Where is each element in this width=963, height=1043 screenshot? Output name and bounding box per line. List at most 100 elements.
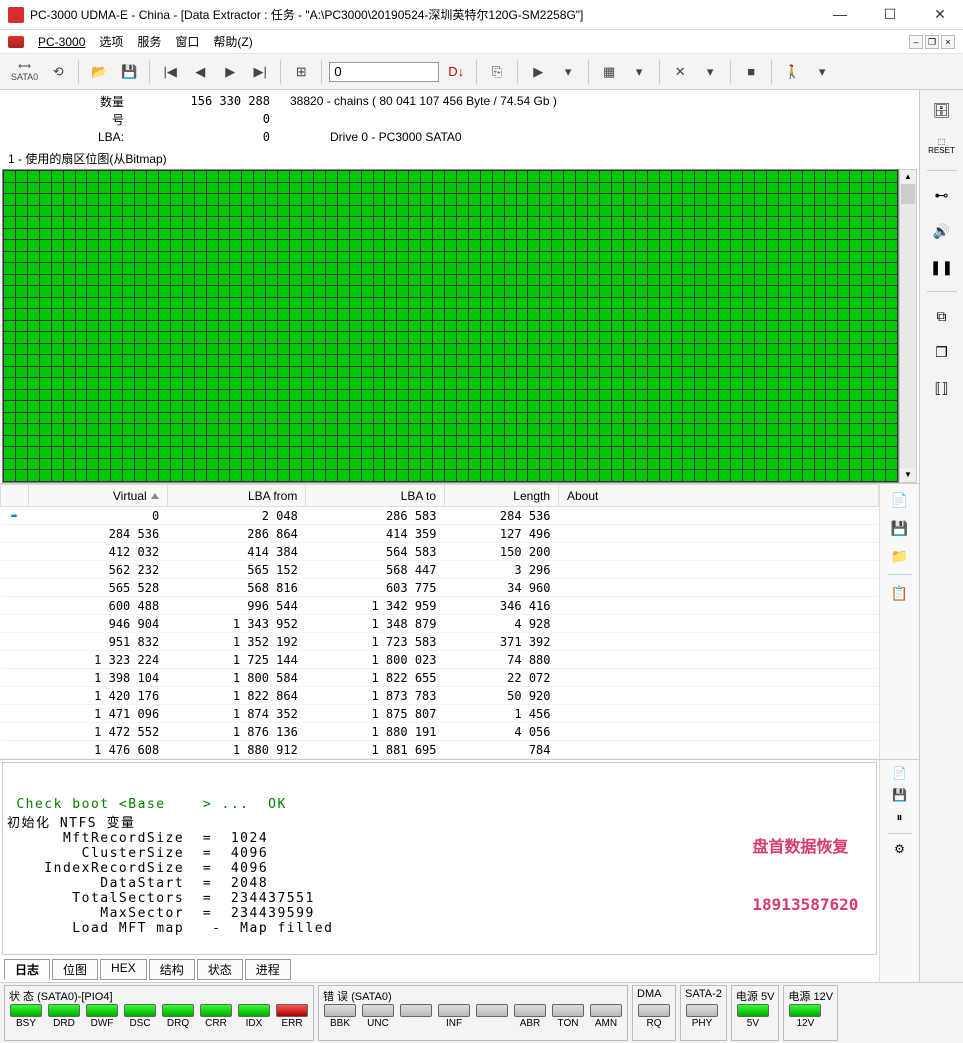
- last-button[interactable]: ▶|: [247, 58, 273, 86]
- play-button[interactable]: ▶: [525, 58, 551, 86]
- table-row[interactable]: 600 488996 5441 342 959346 416: [1, 597, 879, 615]
- sort-asc-icon: [151, 493, 159, 499]
- first-button[interactable]: |◀: [157, 58, 183, 86]
- chip-icon[interactable]: ⧉: [928, 304, 956, 328]
- lba-input[interactable]: [329, 62, 439, 82]
- chain-table: Virtual LBA from LBA to Length About ➨02…: [0, 484, 879, 759]
- table-row[interactable]: ➨02 048286 583284 536: [1, 507, 879, 525]
- table-row[interactable]: 412 032414 384564 583150 200: [1, 543, 879, 561]
- status-led: INF: [437, 1004, 471, 1029]
- scroll-down-icon[interactable]: ▼: [900, 468, 916, 482]
- log-tab-3[interactable]: 结构: [149, 959, 195, 980]
- table-row[interactable]: 562 232565 152568 4473 296: [1, 561, 879, 579]
- layers-icon[interactable]: ❐: [928, 340, 956, 364]
- col-lba-to[interactable]: LBA to: [306, 485, 445, 507]
- sector-bitmap[interactable]: [2, 169, 899, 483]
- bracket-icon[interactable]: ⟦⟧: [928, 376, 956, 400]
- scroll-thumb[interactable]: [901, 184, 915, 204]
- titlebar: PC-3000 UDMA-E - China - [Data Extractor…: [0, 0, 963, 30]
- col-about[interactable]: About: [559, 485, 879, 507]
- table-row[interactable]: 946 9041 343 9521 348 8794 928: [1, 615, 879, 633]
- grid-toggle-button[interactable]: ⊞: [288, 58, 314, 86]
- status-led: BBK: [323, 1004, 357, 1029]
- col-icon[interactable]: [1, 485, 29, 507]
- table-row[interactable]: 951 8321 352 1921 723 583371 392: [1, 633, 879, 651]
- table-row[interactable]: 1 323 2241 725 1441 800 02374 880: [1, 651, 879, 669]
- tools-dropdown[interactable]: ▾: [697, 58, 723, 86]
- status-group-0: 状 态 (SATA0)-[PIO4]BSYDRDDWFDSCDRQCRRIDXE…: [4, 985, 314, 1041]
- menu-help[interactable]: 帮助(Z): [213, 33, 252, 50]
- table-row[interactable]: 1 471 0961 874 3521 875 8071 456: [1, 705, 879, 723]
- scroll-up-icon[interactable]: ▲: [900, 170, 916, 184]
- log-tab-5[interactable]: 进程: [245, 959, 291, 980]
- bitmap-scrollbar[interactable]: ▲ ▼: [899, 169, 917, 483]
- table-row[interactable]: 284 536286 864414 359127 496: [1, 525, 879, 543]
- minimize-button[interactable]: —: [825, 6, 855, 23]
- toolbar: ⟷ SATA0 ⟲ 📂 💾 |◀ ◀ ▶ ▶| ⊞ D↓ ⎘ ▶ ▾ ▦ ▾ ✕…: [0, 54, 963, 90]
- status-led: DRQ: [161, 1004, 195, 1029]
- status-group-1: 错 误 (SATA0)BBKUNCINFABRTONAMN: [318, 985, 628, 1041]
- menu-options[interactable]: 选项: [99, 33, 123, 50]
- mdi-minimize-button[interactable]: –: [909, 35, 923, 49]
- refresh-button[interactable]: ⟲: [45, 58, 71, 86]
- tools-button[interactable]: ✕: [667, 58, 693, 86]
- save-chain-button[interactable]: 💾: [889, 518, 911, 538]
- pause-icon[interactable]: ❚❚: [928, 255, 956, 279]
- log-tab-2[interactable]: HEX: [100, 959, 147, 980]
- menu-pc3000[interactable]: PC-3000: [38, 35, 85, 49]
- table-row[interactable]: 565 528568 816603 77534 960: [1, 579, 879, 597]
- log-tab-1[interactable]: 位图: [52, 959, 98, 980]
- matrix-dropdown[interactable]: ▾: [626, 58, 652, 86]
- table-row[interactable]: 1 398 1041 800 5841 822 65522 072: [1, 669, 879, 687]
- table-row[interactable]: 1 472 5521 876 1361 880 1914 056: [1, 723, 879, 741]
- exit-dropdown[interactable]: ▾: [809, 58, 835, 86]
- table-row[interactable]: 1 476 6081 880 9121 881 695784: [1, 741, 879, 759]
- status-led: DSC: [123, 1004, 157, 1029]
- mdi-restore-button[interactable]: ❐: [925, 35, 939, 49]
- db-icon[interactable]: 🗄: [928, 98, 956, 122]
- col-length[interactable]: Length: [445, 485, 559, 507]
- table-row[interactable]: 1 420 1761 822 8641 873 78350 920: [1, 687, 879, 705]
- app-small-icon: [8, 36, 24, 48]
- lba-go-button[interactable]: D↓: [443, 58, 469, 86]
- log-tab-4[interactable]: 状态: [197, 959, 243, 980]
- info-row-lba: LBA: 0 Drive 0 - PC3000 SATA0: [20, 128, 899, 146]
- speaker-icon[interactable]: 🔊: [928, 219, 956, 243]
- usb-icon[interactable]: ⊷: [928, 183, 956, 207]
- table-side-toolbar: 📄 💾 📁 📋: [879, 484, 919, 759]
- exit-button[interactable]: 🚶: [779, 58, 805, 86]
- stop-button[interactable]: ■: [738, 58, 764, 86]
- prev-button[interactable]: ◀: [187, 58, 213, 86]
- open-chain-button[interactable]: 📁: [889, 546, 911, 566]
- sata-button[interactable]: ⟷ SATA0: [8, 58, 41, 86]
- log-new-button[interactable]: 📄: [892, 766, 907, 780]
- status-led: IDX: [237, 1004, 271, 1029]
- status-group-4: 电源 5V5V: [731, 985, 780, 1041]
- matrix-button[interactable]: ▦: [596, 58, 622, 86]
- watermark: 盘首数据恢复 18913587620: [752, 795, 868, 952]
- close-button[interactable]: ✕: [925, 6, 955, 23]
- col-virtual[interactable]: Virtual: [29, 485, 168, 507]
- log-pause-button[interactable]: ⏸: [896, 810, 902, 825]
- export-button[interactable]: ⎘: [484, 58, 510, 86]
- status-group-5: 电源 12V12V: [783, 985, 838, 1041]
- save-button[interactable]: 💾: [116, 58, 142, 86]
- log-settings-button[interactable]: ⚙: [894, 842, 905, 856]
- add-chain-button[interactable]: 📄: [889, 490, 911, 510]
- reset-button[interactable]: ⬚RESET: [928, 134, 956, 158]
- status-group-3: SATA-2PHY: [680, 985, 727, 1041]
- play-dropdown[interactable]: ▾: [555, 58, 581, 86]
- menu-window[interactable]: 窗口: [175, 33, 199, 50]
- log-save-button[interactable]: 💾: [892, 788, 907, 802]
- copy-chain-button[interactable]: 📋: [889, 583, 911, 603]
- log-tab-0[interactable]: 日志: [4, 959, 50, 980]
- open-button[interactable]: 📂: [86, 58, 112, 86]
- status-led: ABR: [513, 1004, 547, 1029]
- next-button[interactable]: ▶: [217, 58, 243, 86]
- maximize-button[interactable]: ☐: [875, 6, 905, 23]
- mdi-close-button[interactable]: ×: [941, 35, 955, 49]
- menu-services[interactable]: 服务: [137, 33, 161, 50]
- status-led: DWF: [85, 1004, 119, 1029]
- info-row-number: 号 0: [20, 110, 899, 128]
- col-lba-from[interactable]: LBA from: [167, 485, 306, 507]
